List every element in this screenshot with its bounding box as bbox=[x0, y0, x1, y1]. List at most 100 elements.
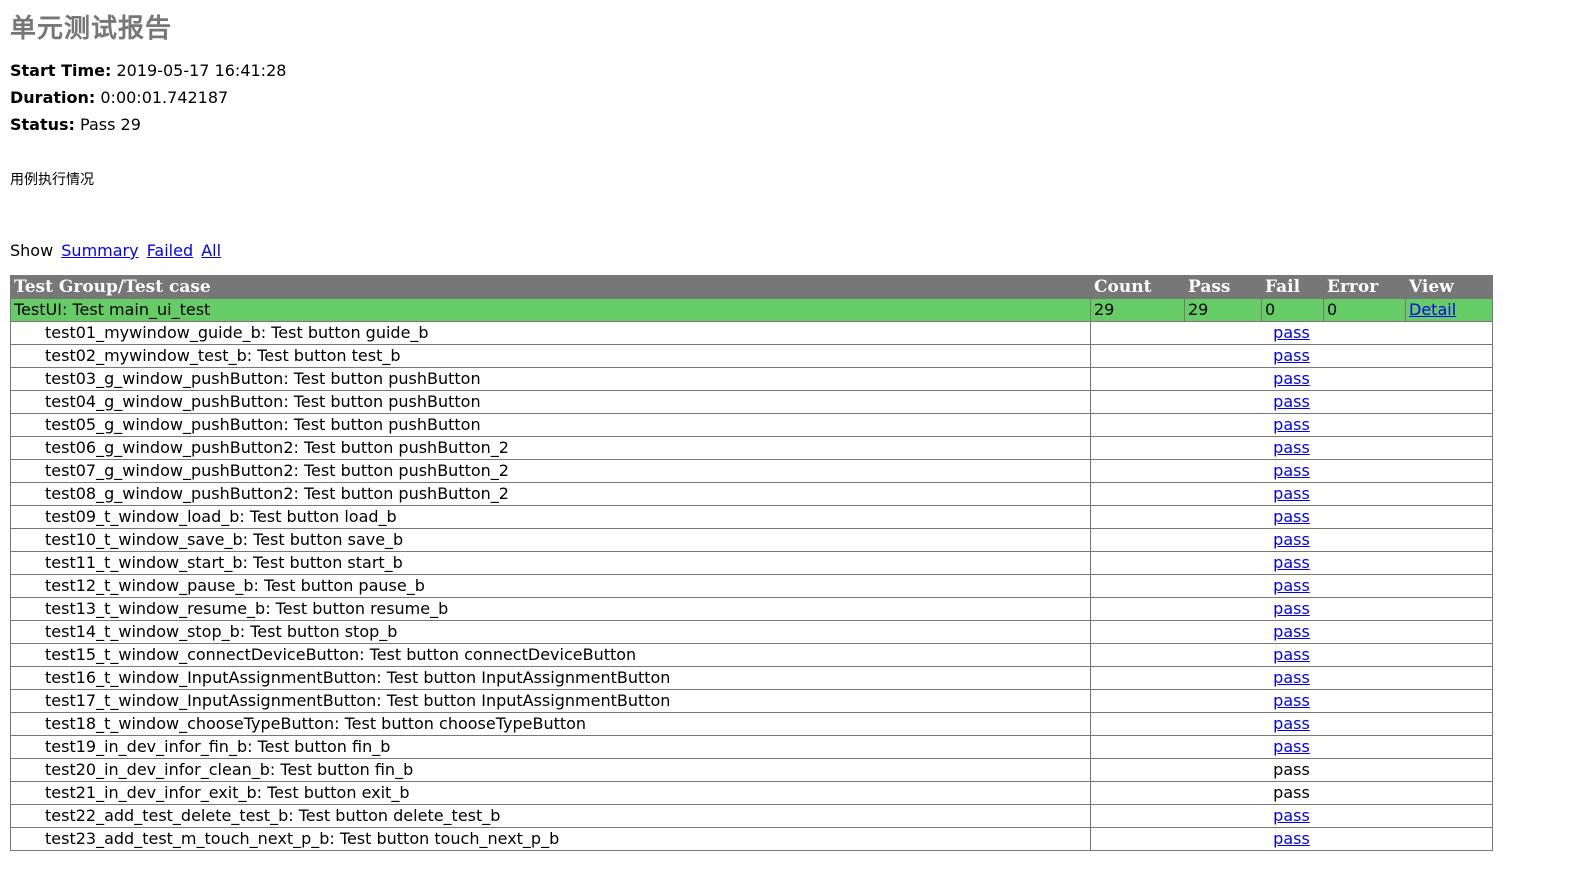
test-case-name: test13_t_window_resume_b: Test button re… bbox=[10, 597, 1091, 621]
test-case-status-cell: pass bbox=[1090, 781, 1493, 805]
show-filter-bar: Show Summary Failed All bbox=[10, 241, 221, 261]
header-error: Error bbox=[1323, 275, 1406, 299]
test-case-status-link[interactable]: pass bbox=[1273, 622, 1310, 641]
test-case-status-cell: pass bbox=[1090, 758, 1493, 782]
test-case-row: test03_g_window_pushButton: Test button … bbox=[10, 367, 1493, 391]
test-case-name: test20_in_dev_infor_clean_b: Test button… bbox=[10, 758, 1091, 782]
test-group-row: TestUI: Test main_ui_test 29 29 0 0 Deta… bbox=[10, 298, 1493, 322]
test-case-row: test16_t_window_InputAssignmentButton: T… bbox=[10, 666, 1493, 690]
test-case-status-link[interactable]: pass bbox=[1273, 553, 1310, 572]
test-case-status-cell: pass bbox=[1090, 528, 1493, 552]
test-case-row: test08_g_window_pushButton2: Test button… bbox=[10, 482, 1493, 506]
test-case-status-link[interactable]: pass bbox=[1273, 461, 1310, 480]
test-case-name: test09_t_window_load_b: Test button load… bbox=[10, 505, 1091, 529]
test-case-name: test18_t_window_chooseTypeButton: Test b… bbox=[10, 712, 1091, 736]
test-case-name: test11_t_window_start_b: Test button sta… bbox=[10, 551, 1091, 575]
status-label: Status: bbox=[10, 115, 75, 134]
test-case-status-link[interactable]: pass bbox=[1273, 806, 1310, 825]
test-case-row: test23_add_test_m_touch_next_p_b: Test b… bbox=[10, 827, 1493, 851]
test-case-name: test19_in_dev_infor_fin_b: Test button f… bbox=[10, 735, 1091, 759]
test-case-status-cell: pass bbox=[1090, 482, 1493, 506]
test-case-row: test04_g_window_pushButton: Test button … bbox=[10, 390, 1493, 414]
test-case-name: test06_g_window_pushButton2: Test button… bbox=[10, 436, 1091, 460]
table-header-row: Test Group/Test case Count Pass Fail Err… bbox=[10, 275, 1493, 299]
group-fail: 0 bbox=[1261, 298, 1324, 322]
show-summary-link[interactable]: Summary bbox=[61, 241, 138, 260]
test-case-row: test15_t_window_connectDeviceButton: Tes… bbox=[10, 643, 1493, 667]
test-case-status-link[interactable]: pass bbox=[1273, 507, 1310, 526]
show-label: Show bbox=[10, 241, 54, 260]
test-case-status-text: pass bbox=[1273, 783, 1310, 802]
test-case-name: test12_t_window_pause_b: Test button pau… bbox=[10, 574, 1091, 598]
test-case-name: test04_g_window_pushButton: Test button … bbox=[10, 390, 1091, 414]
test-case-row: test14_t_window_stop_b: Test button stop… bbox=[10, 620, 1493, 644]
test-case-status-link[interactable]: pass bbox=[1273, 737, 1310, 756]
test-case-name: test01_mywindow_guide_b: Test button gui… bbox=[10, 321, 1091, 345]
test-case-status-cell: pass bbox=[1090, 344, 1493, 368]
test-case-status-link[interactable]: pass bbox=[1273, 346, 1310, 365]
test-case-name: test15_t_window_connectDeviceButton: Tes… bbox=[10, 643, 1091, 667]
test-case-status-link[interactable]: pass bbox=[1273, 714, 1310, 733]
test-case-status-link[interactable]: pass bbox=[1273, 369, 1310, 388]
test-case-name: test05_g_window_pushButton: Test button … bbox=[10, 413, 1091, 437]
test-case-status-link[interactable]: pass bbox=[1273, 438, 1310, 457]
test-case-row: test06_g_window_pushButton2: Test button… bbox=[10, 436, 1493, 460]
group-detail-link[interactable]: Detail bbox=[1409, 300, 1456, 319]
test-case-status-cell: pass bbox=[1090, 459, 1493, 483]
test-case-row: test21_in_dev_infor_exit_b: Test button … bbox=[10, 781, 1493, 805]
test-case-name: test21_in_dev_infor_exit_b: Test button … bbox=[10, 781, 1091, 805]
test-case-status-link[interactable]: pass bbox=[1273, 576, 1310, 595]
test-case-row: test18_t_window_chooseTypeButton: Test b… bbox=[10, 712, 1493, 736]
test-case-status-cell: pass bbox=[1090, 735, 1493, 759]
test-case-status-cell: pass bbox=[1090, 436, 1493, 460]
test-case-status-cell: pass bbox=[1090, 321, 1493, 345]
test-case-row: test13_t_window_resume_b: Test button re… bbox=[10, 597, 1493, 621]
test-case-status-link[interactable]: pass bbox=[1273, 599, 1310, 618]
test-case-row: test02_mywindow_test_b: Test button test… bbox=[10, 344, 1493, 368]
group-view-cell: Detail bbox=[1405, 298, 1493, 322]
test-case-status-text: pass bbox=[1273, 760, 1310, 779]
test-case-status-link[interactable]: pass bbox=[1273, 484, 1310, 503]
test-case-row: test20_in_dev_infor_clean_b: Test button… bbox=[10, 758, 1493, 782]
test-case-row: test11_t_window_start_b: Test button sta… bbox=[10, 551, 1493, 575]
test-case-status-link[interactable]: pass bbox=[1273, 829, 1310, 848]
test-case-row: test01_mywindow_guide_b: Test button gui… bbox=[10, 321, 1493, 345]
test-case-status-cell: pass bbox=[1090, 551, 1493, 575]
report-page: 单元测试报告 Start Time: 2019-05-17 16:41:28 D… bbox=[0, 0, 1590, 877]
test-case-status-link[interactable]: pass bbox=[1273, 323, 1310, 342]
test-case-name: test14_t_window_stop_b: Test button stop… bbox=[10, 620, 1091, 644]
report-title: 单元测试报告 bbox=[10, 14, 173, 44]
duration-label: Duration: bbox=[10, 88, 96, 107]
test-case-name: test07_g_window_pushButton2: Test button… bbox=[10, 459, 1091, 483]
header-view: View bbox=[1405, 275, 1493, 299]
start-time-value: 2019-05-17 16:41:28 bbox=[116, 61, 287, 80]
test-case-status-link[interactable]: pass bbox=[1273, 392, 1310, 411]
test-case-row: test19_in_dev_infor_fin_b: Test button f… bbox=[10, 735, 1493, 759]
test-case-name: test08_g_window_pushButton2: Test button… bbox=[10, 482, 1091, 506]
test-case-status-link[interactable]: pass bbox=[1273, 668, 1310, 687]
test-case-status-link[interactable]: pass bbox=[1273, 645, 1310, 664]
test-case-name: test23_add_test_m_touch_next_p_b: Test b… bbox=[10, 827, 1091, 851]
test-case-status-cell: pass bbox=[1090, 804, 1493, 828]
test-case-status-cell: pass bbox=[1090, 574, 1493, 598]
test-case-status-link[interactable]: pass bbox=[1273, 691, 1310, 710]
test-case-name: test10_t_window_save_b: Test button save… bbox=[10, 528, 1091, 552]
test-case-status-link[interactable]: pass bbox=[1273, 415, 1310, 434]
test-case-name: test22_add_test_delete_test_b: Test butt… bbox=[10, 804, 1091, 828]
duration-attribute: Duration: 0:00:01.742187 bbox=[10, 88, 228, 108]
show-all-link[interactable]: All bbox=[201, 241, 221, 260]
test-case-row: test12_t_window_pause_b: Test button pau… bbox=[10, 574, 1493, 598]
test-case-name: test17_t_window_InputAssignmentButton: T… bbox=[10, 689, 1091, 713]
test-case-status-cell: pass bbox=[1090, 390, 1493, 414]
test-case-name: test02_mywindow_test_b: Test button test… bbox=[10, 344, 1091, 368]
test-case-status-cell: pass bbox=[1090, 689, 1493, 713]
show-failed-link[interactable]: Failed bbox=[147, 241, 193, 260]
test-case-row: test07_g_window_pushButton2: Test button… bbox=[10, 459, 1493, 483]
result-table: Test Group/Test case Count Pass Fail Err… bbox=[10, 275, 1493, 851]
test-case-status-cell: pass bbox=[1090, 505, 1493, 529]
status-value: Pass 29 bbox=[80, 115, 141, 134]
test-case-name: test03_g_window_pushButton: Test button … bbox=[10, 367, 1091, 391]
group-error: 0 bbox=[1323, 298, 1406, 322]
test-case-status-link[interactable]: pass bbox=[1273, 530, 1310, 549]
test-case-status-cell: pass bbox=[1090, 597, 1493, 621]
